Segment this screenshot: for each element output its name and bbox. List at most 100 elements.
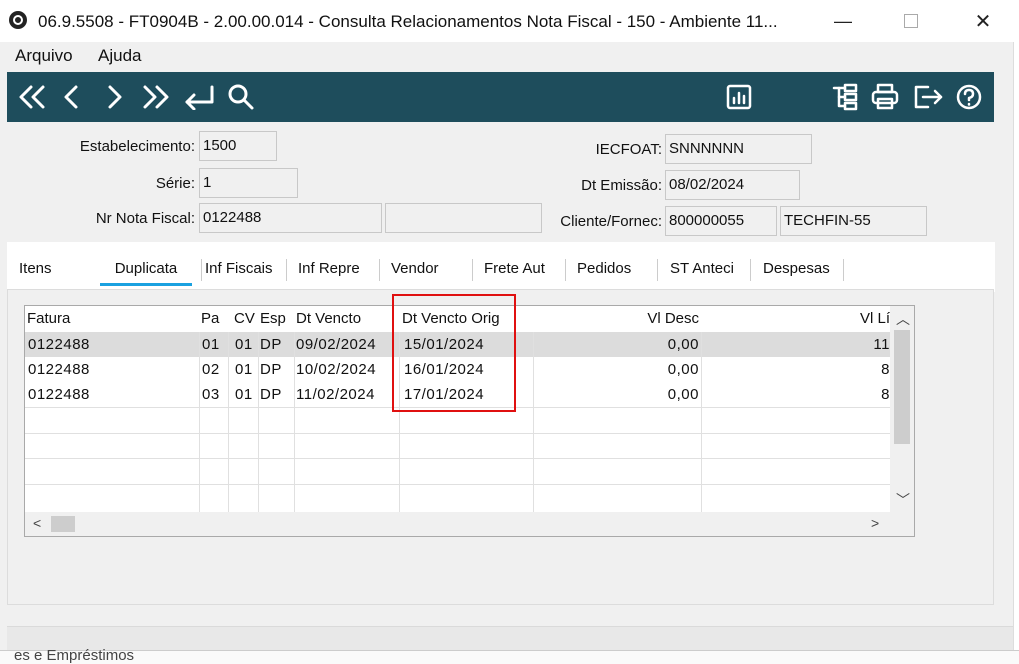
estabelecimento-field[interactable]: 1500	[199, 131, 277, 161]
background-window-edge	[1013, 42, 1019, 650]
column-header-cv[interactable]: CV	[234, 306, 258, 332]
cell-vl-liquido: 8	[881, 386, 890, 403]
maximize-icon	[904, 14, 918, 28]
last-record-icon[interactable]	[139, 80, 173, 114]
column-header-dt-vencto[interactable]: Dt Vencto	[296, 306, 396, 332]
tab-st-anteci[interactable]: ST Anteci	[670, 260, 740, 277]
exit-icon[interactable]	[911, 80, 945, 114]
cliente-code-field[interactable]: 800000055	[665, 206, 777, 236]
tab-separator	[657, 259, 658, 281]
cell-fatura: 0122488	[28, 336, 90, 353]
app-window: 06.9.5508 - FT0904B - 2.00.00.014 - Cons…	[0, 0, 1019, 664]
cell-pa: 03	[202, 386, 220, 403]
window-title: 06.9.5508 - FT0904B - 2.00.00.014 - Cons…	[38, 12, 778, 31]
tab-separator	[565, 259, 566, 281]
serie-label: Série:	[155, 175, 195, 192]
column-header-pa[interactable]: Pa	[201, 306, 225, 332]
menu-arquivo[interactable]: Arquivo	[15, 46, 73, 66]
vertical-scrollbar[interactable]: ︿ ﹀	[890, 306, 914, 512]
scroll-left-icon[interactable]: <	[33, 515, 41, 531]
menu-ajuda[interactable]: Ajuda	[98, 46, 141, 66]
background-window-strip: es e Empréstimos	[0, 647, 1019, 664]
scroll-up-icon[interactable]: ︿	[896, 309, 910, 329]
help-icon[interactable]	[953, 80, 985, 114]
nr-nota-fiscal-label: Nr Nota Fiscal:	[95, 210, 195, 227]
first-record-icon[interactable]	[15, 80, 49, 114]
tab-separator	[201, 259, 202, 281]
cell-vl-liquido: 11	[873, 336, 890, 353]
tab-vendor[interactable]: Vendor	[391, 260, 439, 277]
cell-vl-desc: 0,00	[667, 336, 699, 353]
next-record-icon[interactable]	[101, 80, 127, 114]
cell-esp: DP	[260, 386, 282, 403]
tab-inf-repre[interactable]: Inf Repre	[298, 260, 368, 277]
grid-line	[533, 332, 534, 514]
cliente-fornec-label: Cliente/Fornec:	[560, 213, 662, 230]
highlight-annotation	[392, 294, 516, 412]
cell-dt-vencto: 09/02/2024	[296, 336, 377, 353]
previous-record-icon[interactable]	[59, 80, 85, 114]
cell-vl-desc: 0,00	[667, 361, 699, 378]
cell-pa: 02	[202, 361, 220, 378]
vertical-scroll-thumb[interactable]	[894, 330, 910, 444]
background-window-text: es e Empréstimos	[14, 647, 135, 664]
tab-separator	[843, 259, 844, 281]
tab-bar: Itens Duplicata Inf Fiscais Inf Repre Ve…	[7, 242, 995, 292]
cell-cv: 01	[235, 386, 253, 403]
serie-field[interactable]: 1	[199, 168, 298, 198]
report-icon[interactable]	[723, 80, 755, 114]
toolbar	[7, 72, 994, 122]
tab-separator	[286, 259, 287, 281]
return-icon[interactable]	[181, 80, 217, 114]
nr-nota-fiscal-field[interactable]: 0122488	[199, 203, 382, 233]
cell-dt-vencto: 11/02/2024	[296, 386, 375, 403]
grid-line	[258, 332, 259, 514]
column-header-vl-desc[interactable]: Vl Desc	[534, 306, 699, 332]
horizontal-scrollbar[interactable]: < >	[25, 512, 914, 536]
cell-esp: DP	[260, 361, 282, 378]
cell-fatura: 0122488	[28, 386, 90, 403]
grid-line	[199, 332, 200, 514]
cell-cv: 01	[235, 361, 253, 378]
nr-nota-fiscal-extra-field[interactable]	[385, 203, 542, 233]
scroll-right-icon[interactable]: >	[871, 515, 879, 531]
iecfoat-label: IECFOAT:	[595, 141, 662, 158]
tab-inf-fiscais[interactable]: Inf Fiscais	[205, 260, 273, 277]
close-button[interactable]: ✕	[960, 0, 1006, 42]
print-icon[interactable]	[869, 80, 901, 114]
scroll-down-icon[interactable]: ﹀	[896, 490, 910, 510]
cell-vl-liquido: 8	[881, 361, 890, 378]
iecfoat-field[interactable]: SNNNNNN	[665, 134, 812, 164]
app-logo-icon	[9, 11, 27, 29]
tab-frete-aut[interactable]: Frete Aut	[484, 260, 552, 277]
tab-duplicata[interactable]: Duplicata	[100, 260, 192, 286]
dt-emissao-field[interactable]: 08/02/2024	[665, 170, 800, 200]
tab-pedidos[interactable]: Pedidos	[577, 260, 631, 277]
grid-line	[25, 484, 890, 485]
grid-line	[25, 433, 890, 434]
menu-bar: Arquivo Ajuda	[0, 42, 1019, 70]
cliente-name-field[interactable]: TECHFIN-55	[780, 206, 927, 236]
tab-despesas[interactable]: Despesas	[763, 260, 830, 277]
column-header-fatura[interactable]: Fatura	[27, 306, 197, 332]
grid-line	[294, 332, 295, 514]
structure-icon[interactable]	[829, 80, 861, 114]
tab-itens[interactable]: Itens	[19, 260, 52, 277]
title-bar: 06.9.5508 - FT0904B - 2.00.00.014 - Cons…	[0, 0, 1019, 42]
cell-dt-vencto: 10/02/2024	[296, 361, 377, 378]
estabelecimento-label: Estabelecimento:	[79, 138, 195, 155]
horizontal-scroll-thumb[interactable]	[51, 516, 75, 532]
column-header-esp[interactable]: Esp	[260, 306, 290, 332]
grid-line	[25, 458, 890, 459]
dt-emissao-label: Dt Emissão:	[581, 177, 662, 194]
grid-line	[228, 332, 229, 514]
minimize-button[interactable]: —	[820, 0, 866, 42]
tab-separator	[472, 259, 473, 281]
tab-separator	[379, 259, 380, 281]
search-icon[interactable]	[225, 80, 257, 114]
tab-separator	[750, 259, 751, 281]
column-header-vl-liquido[interactable]: Vl Lí	[702, 306, 890, 332]
status-bar	[7, 626, 1019, 651]
cell-fatura: 0122488	[28, 361, 90, 378]
maximize-button[interactable]	[888, 0, 934, 42]
